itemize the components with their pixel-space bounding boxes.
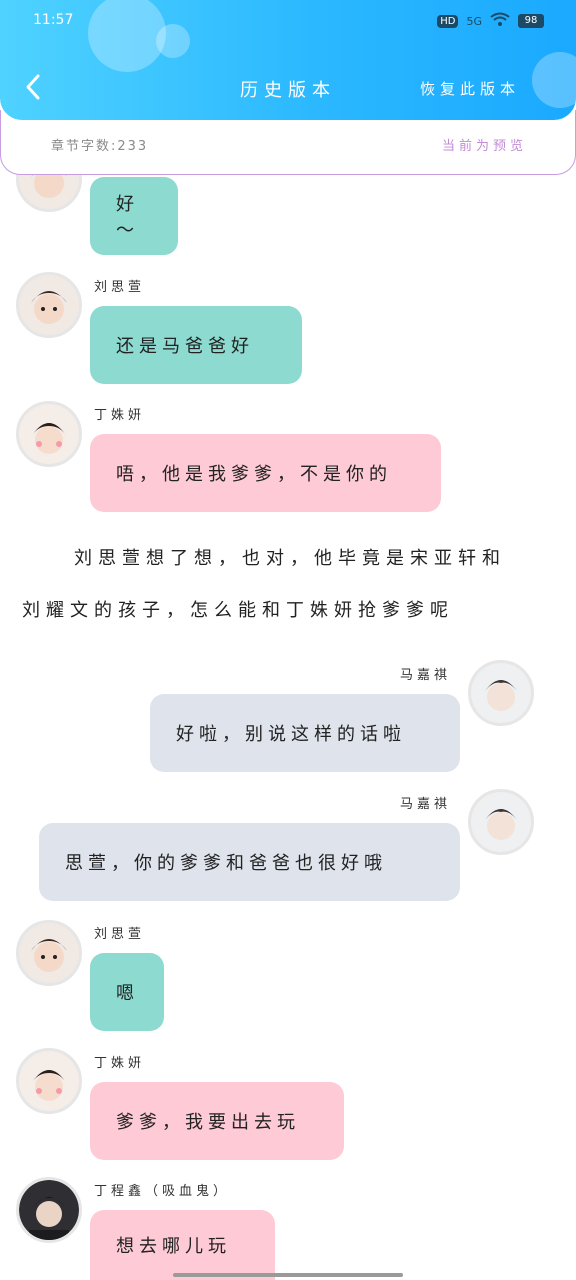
sender-name: 丁姝妍: [94, 408, 146, 423]
message-bubble: 唔，他是我爹爹，不是你的: [90, 434, 441, 512]
status-bar: 11:57 HD 5G 98: [0, 10, 576, 32]
avatar[interactable]: [16, 272, 82, 338]
top-header: 11:57 HD 5G 98 历史版本 恢复此版本: [0, 0, 576, 120]
nav-bar: 历史版本 恢复此版本: [0, 74, 576, 102]
message-text: 爹爹，我要出去玩: [116, 1112, 300, 1133]
message-bubble: 还是马爸爸好: [90, 306, 302, 384]
message-text: 嗯: [116, 983, 139, 1004]
message-bubble: 思萱，你的爹爹和爸爸也很好哦: [39, 823, 460, 901]
avatar[interactable]: [16, 1177, 82, 1243]
sender-name: 丁程鑫（吸血鬼）: [94, 1184, 231, 1199]
avatar[interactable]: [468, 660, 534, 726]
home-indicator[interactable]: [173, 1273, 403, 1277]
message-bubble: 好啦，别说这样的话啦: [150, 694, 460, 772]
sender-name: 丁姝妍: [94, 1056, 146, 1071]
message-text: 好啦，别说这样的话啦: [176, 724, 406, 745]
hd-icon: HD: [437, 14, 459, 28]
avatar[interactable]: [16, 920, 82, 986]
narration-line: 刘耀文的孩子，怎么能和丁姝妍抢爹爹呢: [22, 600, 454, 621]
sender-name: 马嘉祺: [400, 668, 452, 683]
sender-name: 刘思萱: [94, 280, 146, 295]
message-text: 思萱，你的爹爹和爸爸也很好哦: [65, 853, 387, 874]
message-text: 唔，他是我爹爹，不是你的: [116, 464, 392, 485]
sender-name: 刘思萱: [94, 927, 146, 942]
wifi-icon: [490, 12, 510, 30]
message-bubble: 好～: [90, 177, 178, 255]
narration-line: 刘思萱想了想，也对，他毕竟是宋亚轩和: [74, 548, 506, 569]
battery-icon: 98: [518, 14, 544, 28]
word-count: 章节字数:233: [51, 139, 149, 154]
status-icons: HD 5G 98: [437, 12, 544, 30]
avatar[interactable]: [16, 1048, 82, 1114]
message-bubble: 想去哪儿玩: [90, 1210, 275, 1280]
avatar[interactable]: [468, 789, 534, 855]
preview-label: 当前为预览: [441, 139, 527, 154]
message-text: 还是马爸爸好: [116, 336, 254, 357]
avatar[interactable]: [16, 401, 82, 467]
message-text: 想去哪儿玩: [116, 1236, 231, 1257]
signal-icon: 5G: [466, 14, 482, 28]
sender-name: 马嘉祺: [400, 797, 452, 812]
status-time: 11:57: [33, 12, 74, 28]
message-bubble: 嗯: [90, 953, 164, 1031]
message-bubble: 爹爹，我要出去玩: [90, 1082, 344, 1160]
message-text: 好～: [116, 194, 139, 241]
restore-version-button[interactable]: 恢复此版本: [420, 78, 520, 99]
